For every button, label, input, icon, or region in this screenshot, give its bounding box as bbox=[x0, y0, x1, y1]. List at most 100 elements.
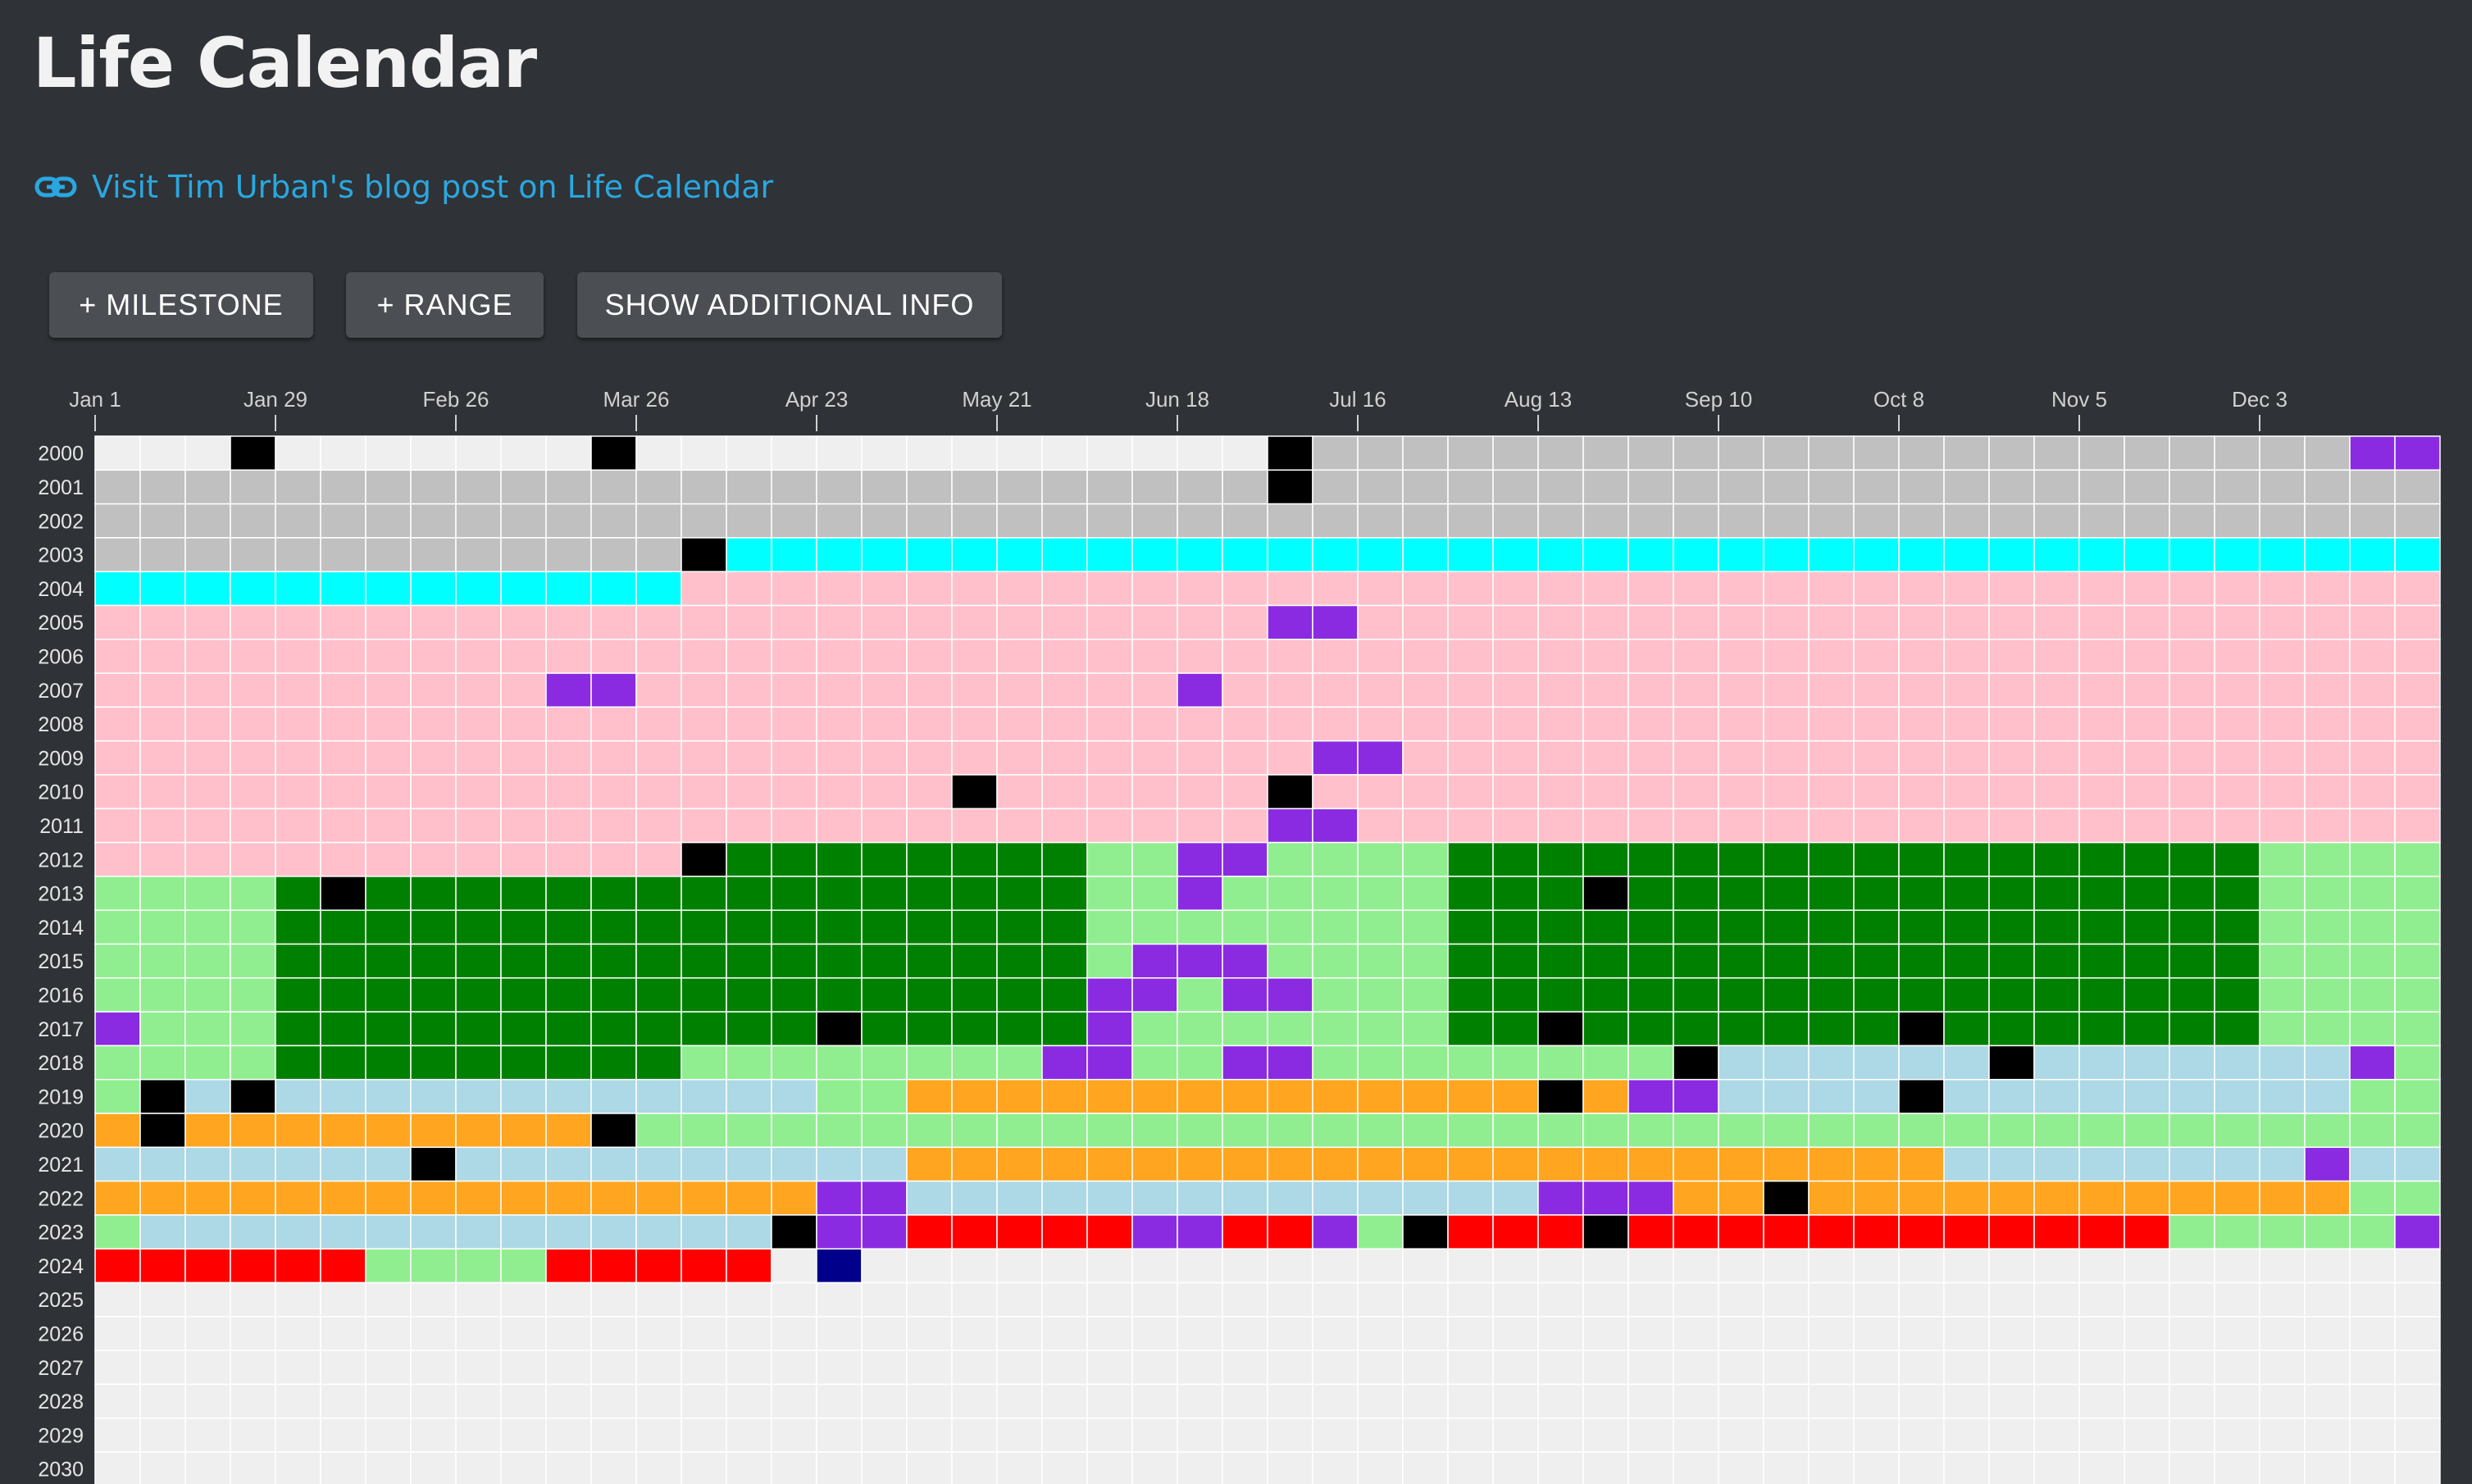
week-cell[interactable] bbox=[681, 503, 727, 539]
week-cell[interactable] bbox=[1853, 571, 1900, 607]
week-cell[interactable] bbox=[275, 1146, 321, 1182]
week-cell[interactable] bbox=[94, 706, 141, 742]
week-cell[interactable] bbox=[184, 1383, 231, 1419]
week-cell[interactable] bbox=[2304, 774, 2351, 810]
week-cell[interactable] bbox=[1673, 943, 1719, 979]
week-cell[interactable] bbox=[951, 1451, 998, 1484]
week-cell[interactable] bbox=[1673, 977, 1719, 1013]
week-cell[interactable] bbox=[771, 943, 817, 979]
week-cell[interactable] bbox=[906, 1146, 953, 1182]
week-cell[interactable] bbox=[2304, 1180, 2351, 1216]
week-cell[interactable] bbox=[1086, 1417, 1133, 1453]
week-cell[interactable] bbox=[906, 774, 953, 810]
week-cell[interactable] bbox=[1898, 1383, 1945, 1419]
week-cell[interactable] bbox=[2078, 1078, 2125, 1114]
week-cell[interactable] bbox=[1267, 639, 1313, 674]
week-cell[interactable] bbox=[1222, 740, 1268, 776]
week-cell[interactable] bbox=[1312, 774, 1359, 810]
week-cell[interactable] bbox=[951, 537, 998, 572]
week-cell[interactable] bbox=[681, 672, 727, 708]
week-cell[interactable] bbox=[1086, 1078, 1133, 1114]
week-cell[interactable] bbox=[455, 1417, 502, 1453]
week-cell[interactable] bbox=[94, 1383, 141, 1419]
week-cell[interactable] bbox=[455, 1078, 502, 1114]
week-cell[interactable] bbox=[2394, 1146, 2441, 1182]
week-cell[interactable] bbox=[410, 469, 457, 505]
week-cell[interactable] bbox=[681, 977, 727, 1013]
week-cell[interactable] bbox=[545, 537, 592, 572]
week-cell[interactable] bbox=[1177, 808, 1223, 844]
week-cell[interactable] bbox=[1537, 503, 1584, 539]
week-cell[interactable] bbox=[1673, 639, 1719, 674]
week-cell[interactable] bbox=[1267, 943, 1313, 979]
week-cell[interactable] bbox=[410, 977, 457, 1013]
week-cell[interactable] bbox=[94, 1146, 141, 1182]
week-cell[interactable] bbox=[1582, 1180, 1629, 1216]
week-cell[interactable] bbox=[455, 1011, 502, 1047]
week-cell[interactable] bbox=[996, 706, 1043, 742]
week-cell[interactable] bbox=[320, 503, 366, 539]
week-cell[interactable] bbox=[1988, 1113, 2035, 1149]
week-cell[interactable] bbox=[1492, 1011, 1539, 1047]
week-cell[interactable] bbox=[2169, 909, 2215, 945]
week-cell[interactable] bbox=[1943, 1180, 1990, 1216]
week-cell[interactable] bbox=[816, 1350, 863, 1386]
week-cell[interactable] bbox=[455, 672, 502, 708]
week-cell[interactable] bbox=[1041, 706, 1088, 742]
week-cell[interactable] bbox=[1718, 1011, 1764, 1047]
week-cell[interactable] bbox=[410, 1383, 457, 1419]
week-cell[interactable] bbox=[410, 1451, 457, 1484]
week-cell[interactable] bbox=[1041, 503, 1088, 539]
week-cell[interactable] bbox=[1763, 706, 1810, 742]
week-cell[interactable] bbox=[1988, 1383, 2035, 1419]
week-cell[interactable] bbox=[1222, 571, 1268, 607]
week-cell[interactable] bbox=[1898, 943, 1945, 979]
week-cell[interactable] bbox=[1763, 639, 1810, 674]
week-cell[interactable] bbox=[1086, 841, 1133, 877]
week-cell[interactable] bbox=[1312, 1011, 1359, 1047]
week-cell[interactable] bbox=[230, 537, 276, 572]
week-cell[interactable] bbox=[1492, 876, 1539, 911]
week-cell[interactable] bbox=[590, 1383, 637, 1419]
week-cell[interactable] bbox=[2214, 1248, 2260, 1284]
show-additional-info-button[interactable]: SHOW ADDITIONAL INFO bbox=[577, 272, 1002, 338]
week-cell[interactable] bbox=[320, 876, 366, 911]
week-cell[interactable] bbox=[951, 1316, 998, 1351]
week-cell[interactable] bbox=[726, 1011, 772, 1047]
week-cell[interactable] bbox=[1898, 740, 1945, 776]
week-cell[interactable] bbox=[996, 1316, 1043, 1351]
week-cell[interactable] bbox=[500, 503, 547, 539]
week-cell[interactable] bbox=[590, 808, 637, 844]
week-cell[interactable] bbox=[2304, 1078, 2351, 1114]
week-cell[interactable] bbox=[1131, 604, 1178, 640]
week-cell[interactable] bbox=[230, 1045, 276, 1081]
week-cell[interactable] bbox=[771, 1045, 817, 1081]
week-cell[interactable] bbox=[2259, 639, 2306, 674]
week-cell[interactable] bbox=[2169, 503, 2215, 539]
week-cell[interactable] bbox=[1943, 1383, 1990, 1419]
week-cell[interactable] bbox=[1537, 841, 1584, 877]
week-cell[interactable] bbox=[410, 1011, 457, 1047]
week-cell[interactable] bbox=[410, 1248, 457, 1284]
week-cell[interactable] bbox=[1537, 706, 1584, 742]
week-cell[interactable] bbox=[906, 1350, 953, 1386]
week-cell[interactable] bbox=[1853, 1180, 1900, 1216]
week-cell[interactable] bbox=[184, 1281, 231, 1318]
week-cell[interactable] bbox=[771, 876, 817, 911]
week-cell[interactable] bbox=[2349, 1451, 2396, 1484]
week-cell[interactable] bbox=[365, 1078, 412, 1114]
week-cell[interactable] bbox=[1808, 1451, 1855, 1484]
week-cell[interactable] bbox=[681, 740, 727, 776]
week-cell[interactable] bbox=[2169, 841, 2215, 877]
week-cell[interactable] bbox=[1582, 740, 1629, 776]
week-cell[interactable] bbox=[275, 1451, 321, 1484]
week-cell[interactable] bbox=[771, 469, 817, 505]
week-cell[interactable] bbox=[996, 1383, 1043, 1419]
week-cell[interactable] bbox=[1222, 1350, 1268, 1386]
week-cell[interactable] bbox=[1357, 1248, 1404, 1284]
week-cell[interactable] bbox=[1131, 1011, 1178, 1047]
week-cell[interactable] bbox=[816, 1011, 863, 1047]
week-cell[interactable] bbox=[275, 503, 321, 539]
week-cell[interactable] bbox=[500, 1180, 547, 1216]
week-cell[interactable] bbox=[861, 706, 908, 742]
